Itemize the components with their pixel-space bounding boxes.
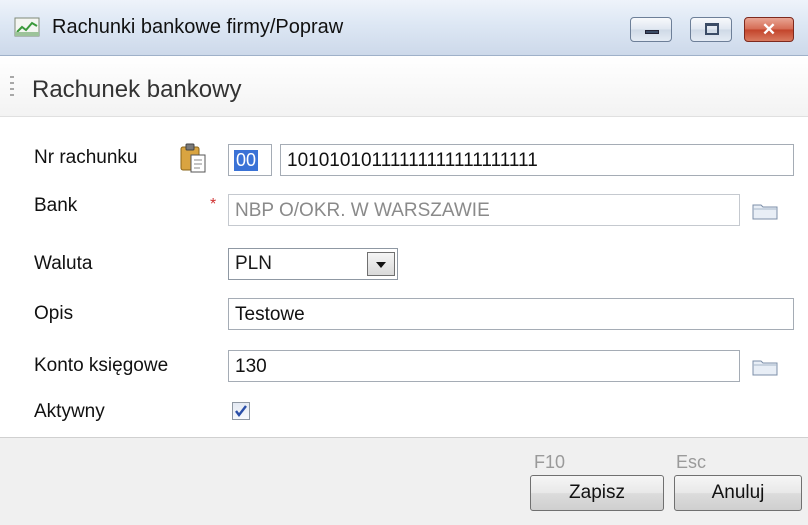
grip-handle bbox=[10, 76, 14, 98]
clipboard-icon[interactable] bbox=[178, 142, 208, 174]
minimize-button[interactable] bbox=[630, 17, 672, 42]
app-icon bbox=[14, 17, 40, 37]
currency-select[interactable]: PLN bbox=[228, 248, 398, 280]
ledger-account-input[interactable]: 130 bbox=[228, 350, 740, 382]
window-title: Rachunki bankowe firmy/Popraw bbox=[52, 16, 344, 38]
required-mark: * bbox=[210, 196, 217, 213]
minimize-icon bbox=[645, 30, 659, 34]
footer-bar: F10 Esc Zapisz Anuluj bbox=[0, 437, 808, 525]
section-title: Rachunek bankowy bbox=[32, 76, 242, 103]
ledger-account-label: Konto księgowe bbox=[34, 355, 169, 376]
close-button[interactable]: ✕ bbox=[744, 17, 794, 42]
bank-input[interactable]: NBP O/OKR. W WARSZAWIE bbox=[228, 194, 740, 226]
account-number-label: Nr rachunku bbox=[34, 147, 138, 168]
maximize-button[interactable] bbox=[690, 17, 732, 42]
folder-icon[interactable] bbox=[752, 358, 778, 376]
folder-icon[interactable] bbox=[752, 202, 778, 220]
account-prefix-value: 00 bbox=[234, 150, 259, 171]
maximize-icon bbox=[705, 23, 719, 35]
cancel-shortcut: Esc bbox=[676, 452, 707, 472]
title-bar[interactable]: Rachunki bankowe firmy/Popraw ✕ bbox=[0, 0, 808, 56]
account-number-input[interactable]: 10101010111111111111111111 bbox=[280, 144, 794, 176]
section-header: Rachunek bankowy bbox=[0, 56, 808, 117]
close-icon: ✕ bbox=[761, 20, 777, 39]
account-prefix-input[interactable]: 00 bbox=[228, 144, 272, 176]
save-button[interactable]: Zapisz bbox=[530, 475, 664, 511]
active-label: Aktywny bbox=[34, 401, 105, 422]
dropdown-button[interactable] bbox=[367, 252, 395, 276]
checkmark-icon bbox=[235, 405, 247, 417]
bank-label: Bank bbox=[34, 195, 78, 216]
dropdown-arrow-icon bbox=[376, 262, 386, 268]
description-input[interactable]: Testowe bbox=[228, 298, 794, 330]
currency-value: PLN bbox=[235, 253, 272, 274]
description-label: Opis bbox=[34, 303, 74, 324]
currency-label: Waluta bbox=[34, 253, 93, 274]
save-shortcut: F10 bbox=[534, 452, 566, 472]
active-checkbox[interactable] bbox=[232, 402, 250, 420]
cancel-button[interactable]: Anuluj bbox=[674, 475, 802, 511]
